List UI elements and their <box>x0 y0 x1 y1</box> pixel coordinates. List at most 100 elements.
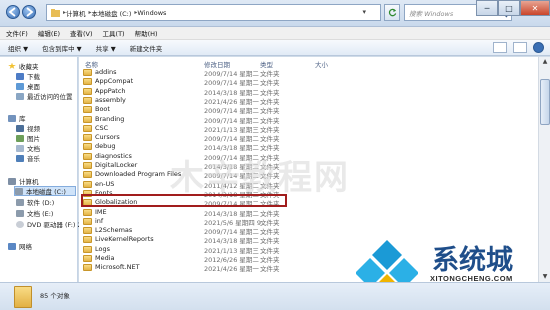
computer-icon <box>8 177 16 185</box>
menu-help[interactable]: 帮助(H) <box>135 28 158 38</box>
sidebar-network[interactable]: 网络 <box>8 241 32 251</box>
scrollbar-thumb[interactable] <box>540 79 550 125</box>
menu-tools[interactable]: 工具(T) <box>103 28 125 38</box>
pictures-icon <box>16 134 24 142</box>
forward-arrow-icon <box>26 7 34 17</box>
menu-edit[interactable]: 编辑(E) <box>38 28 60 38</box>
file-name: Boot <box>95 105 110 114</box>
table-row[interactable]: IME 2014/3/18 星期二 ... 文件夹 <box>79 207 519 218</box>
library-icon <box>8 114 16 122</box>
view-options <box>493 42 544 53</box>
close-button[interactable]: ✕ <box>520 0 550 16</box>
include-in-library-button[interactable]: 包含到库中 ▼ <box>42 43 82 53</box>
chevron-down-icon[interactable]: ▾ <box>362 8 366 16</box>
table-row[interactable]: assembly 2021/4/26 星期一 ... 文件夹 <box>79 95 519 106</box>
network-icon <box>8 242 16 250</box>
file-name: debug <box>95 142 116 151</box>
breadcrumb-computer[interactable]: 计算机 <box>66 8 86 18</box>
navigation-pane: 收藏夹 下载 桌面 最近访问的位置 库 视频 图片 文档 音乐 计算机 本地磁盘… <box>0 57 86 282</box>
forward-button[interactable] <box>22 5 36 19</box>
folder-icon <box>83 236 92 244</box>
folder-icon <box>14 286 32 308</box>
menu-view[interactable]: 查看(V) <box>70 28 93 38</box>
maximize-button[interactable]: □ <box>498 0 520 16</box>
file-name: LiveKernelReports <box>95 235 154 244</box>
file-name: Branding <box>95 114 125 123</box>
sidebar-item-desktop[interactable]: 桌面 <box>16 81 40 91</box>
sidebar-label: 最近访问的位置 <box>27 93 73 101</box>
table-row[interactable]: Branding 2009/7/14 星期二 ... 文件夹 <box>79 114 519 125</box>
new-folder-button[interactable]: 新建文件夹 <box>130 43 163 53</box>
drive-icon <box>16 209 24 217</box>
file-date: 2021/4/26 星期一 ... <box>204 265 268 274</box>
share-button[interactable]: 共享 ▼ <box>96 43 116 53</box>
refresh-button[interactable] <box>384 4 400 21</box>
sidebar-libraries[interactable]: 库 <box>8 113 26 123</box>
documents-icon <box>16 144 24 152</box>
table-row[interactable]: Boot 2009/7/14 星期二 ... 文件夹 <box>79 105 519 115</box>
file-name: addins <box>95 68 117 76</box>
sidebar-item-videos[interactable]: 视频 <box>16 123 40 133</box>
sidebar-label: DVD 驱动器 (F:) 20 <box>27 221 86 229</box>
scroll-up-icon[interactable]: ▲ <box>539 57 550 67</box>
sidebar-computer[interactable]: 计算机 <box>8 176 39 186</box>
sidebar-label: 软件 (D:) <box>27 199 55 207</box>
drive-icon <box>15 187 23 195</box>
folder-icon <box>83 152 92 160</box>
file-name: inf <box>95 216 104 225</box>
folder-icon <box>83 208 92 216</box>
breadcrumb-windows[interactable]: Windows <box>137 9 166 17</box>
file-name: CSC <box>95 123 109 132</box>
sidebar-item-documents[interactable]: 文档 <box>16 143 40 153</box>
table-row[interactable]: AppCompat 2009/7/14 星期二 ... 文件夹 <box>79 77 519 87</box>
table-row[interactable]: L2Schemas 2009/7/14 星期二 ... 文件夹 <box>79 226 519 236</box>
help-icon[interactable] <box>533 42 544 53</box>
folder-icon <box>83 264 92 272</box>
file-name: Microsoft.NET <box>95 263 140 272</box>
menu-file[interactable]: 文件(F) <box>6 28 28 38</box>
window-controls: ─ □ ✕ <box>476 0 550 16</box>
downloads-icon <box>16 72 24 80</box>
sidebar-item-local-disk[interactable]: 本地磁盘 (C:) <box>14 186 76 196</box>
file-name: assembly <box>95 95 126 104</box>
file-name: IME <box>95 207 107 216</box>
minimize-button[interactable]: ─ <box>476 0 498 16</box>
sidebar-item-downloads[interactable]: 下载 <box>16 71 40 81</box>
folder-icon <box>83 255 92 262</box>
scroll-down-icon[interactable]: ▼ <box>539 272 550 282</box>
table-row[interactable]: inf 2021/5/6 星期四 9... 文件夹 <box>79 216 519 227</box>
sidebar-item-drive-d[interactable]: 软件 (D:) <box>16 197 54 207</box>
sidebar-label: 图片 <box>27 135 40 143</box>
folder-icon <box>83 227 92 235</box>
table-row[interactable]: AppPatch 2014/3/18 星期二 ... 文件夹 <box>79 87 519 97</box>
sidebar-label: 音乐 <box>27 155 40 163</box>
preview-pane-icon[interactable] <box>513 42 527 53</box>
file-name: en-US <box>95 179 115 188</box>
breadcrumb-local-disk[interactable]: 本地磁盘 (C:) <box>92 8 132 18</box>
sidebar-item-drive-e[interactable]: 文档 (E:) <box>16 208 53 218</box>
folder-icon <box>83 162 92 169</box>
address-field[interactable]: ▸ 计算机 ▸ 本地磁盘 (C:) ▸ Windows ▾ <box>46 4 381 21</box>
search-placeholder: 搜索 Windows <box>409 9 454 18</box>
file-name: Downloaded Program Files <box>95 170 182 179</box>
table-row[interactable]: Cursors 2009/7/14 星期二 ... 文件夹 <box>79 133 519 143</box>
file-name: L2Schemas <box>95 226 133 235</box>
table-row[interactable]: addins 2009/7/14 星期二 ... 文件夹 <box>79 68 519 78</box>
back-button[interactable] <box>6 5 20 19</box>
star-icon <box>8 62 16 69</box>
view-mode-icon[interactable] <box>493 42 507 53</box>
dvd-icon <box>16 220 24 228</box>
desktop-icon <box>16 82 24 90</box>
folder-icon <box>83 124 92 132</box>
sidebar-favorites[interactable]: 收藏夹 <box>8 61 39 71</box>
table-row[interactable]: CSC 2021/1/13 星期三 ... 文件夹 <box>79 123 519 134</box>
sidebar-item-pictures[interactable]: 图片 <box>16 133 40 143</box>
sidebar-item-recent[interactable]: 最近访问的位置 <box>16 91 73 101</box>
vertical-scrollbar[interactable]: ▲ ▼ <box>538 57 550 282</box>
sidebar-item-dvd[interactable]: DVD 驱动器 (F:) 20 <box>16 219 86 229</box>
music-icon <box>16 154 24 162</box>
sidebar-label: 本地磁盘 (C:) <box>26 188 66 196</box>
sidebar-item-music[interactable]: 音乐 <box>16 153 40 163</box>
file-name: Cursors <box>95 133 120 142</box>
organize-button[interactable]: 组织 ▼ <box>8 43 28 53</box>
